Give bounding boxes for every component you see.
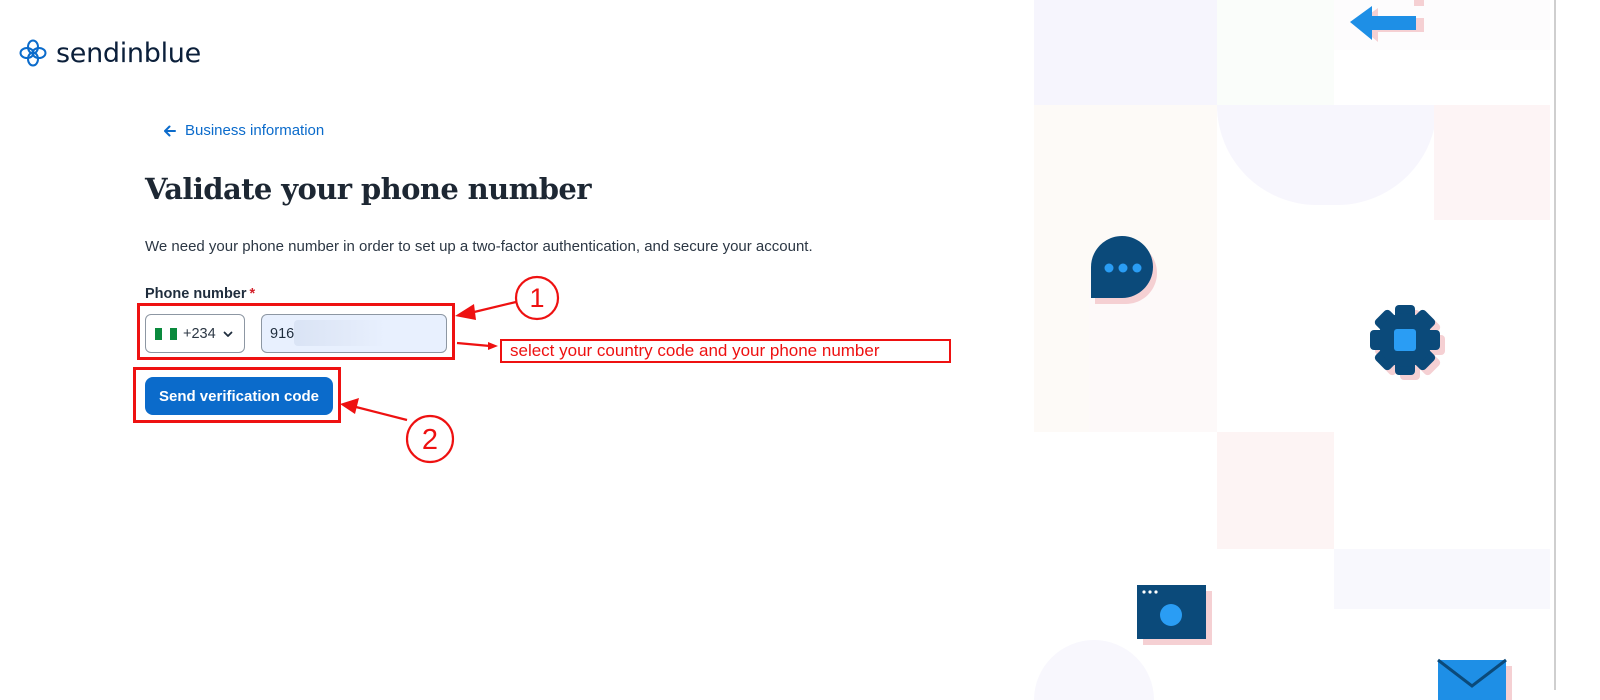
annotation-arrow-note (456, 341, 491, 348)
annotation-step-1: 1 (529, 283, 544, 313)
swap-arrows-icon (1350, 0, 1424, 42)
annotation-step-2: 2 (422, 424, 438, 456)
annotation-overlay: 1 2 (340, 275, 560, 464)
annotation-arrowhead-2 (340, 398, 359, 414)
annotation-arrowhead-note (488, 342, 498, 350)
annotation-arrow-2 (355, 405, 408, 422)
annotation-arrow-1 (469, 300, 517, 315)
chat-bubble-icon (1091, 236, 1157, 304)
gear-icon (1370, 305, 1445, 380)
decorative-illustration (1034, 0, 1600, 700)
envelope-icon (1437, 658, 1512, 700)
annotation-arrowhead-1 (455, 304, 476, 320)
browser-window-icon (1137, 585, 1212, 645)
